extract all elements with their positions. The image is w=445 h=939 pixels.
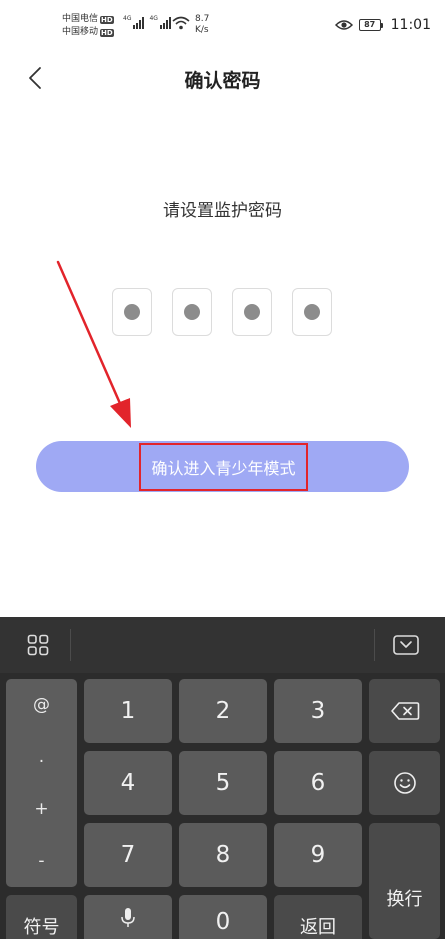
key-dot[interactable]: .	[6, 731, 77, 783]
network-type: 4G	[149, 15, 158, 22]
smiley-icon	[393, 772, 416, 794]
key-minus[interactable]: -	[6, 835, 77, 887]
confirm-button-label: 确认进入青少年模式	[151, 458, 296, 478]
symbols-key[interactable]: 符号	[6, 895, 77, 939]
key-7[interactable]: 7	[84, 823, 172, 887]
status-right: 87 11:01	[334, 17, 431, 33]
grid-icon	[27, 634, 49, 656]
carrier-2: 中国移动	[62, 27, 99, 37]
pin-input[interactable]	[112, 288, 332, 336]
pin-instruction: 请设置监护密码	[163, 201, 282, 221]
hide-keyboard-button[interactable]	[390, 631, 422, 659]
annotation-highlight-box: 确认进入青少年模式	[139, 442, 308, 491]
key-0[interactable]: 0	[179, 895, 267, 939]
battery-level: 87	[358, 19, 381, 31]
emoji-key[interactable]	[369, 751, 440, 815]
key-at[interactable]: @	[6, 679, 77, 731]
return-key[interactable]: 返回	[274, 895, 362, 939]
key-3[interactable]: 3	[274, 679, 362, 743]
confirm-teen-mode-button[interactable]: 确认进入青少年模式	[36, 441, 409, 492]
carrier-1: 中国电信	[62, 14, 99, 24]
key-1[interactable]: 1	[84, 679, 172, 743]
wifi-icon	[172, 16, 190, 30]
toolbar-divider	[374, 629, 375, 661]
key-plus[interactable]: +	[6, 783, 77, 835]
pin-digit-box[interactable]	[112, 288, 152, 336]
backspace-key[interactable]	[369, 679, 440, 743]
speed-value: 8.7	[195, 14, 210, 24]
hd-badge: HD	[100, 28, 114, 37]
carrier-info: 中国电信 HD 中国移动 HD	[62, 13, 114, 39]
toolbar-divider	[70, 629, 71, 661]
header: 确认密码	[0, 55, 445, 101]
symbol-column: @ . + -	[6, 679, 77, 887]
numeric-keyboard: @ . + - 1 2 3 4 5 6 7 8 9 换行 符号 0 返回	[0, 617, 445, 939]
signal-icons: 4G 4G	[123, 15, 171, 29]
hd-badge: HD	[100, 15, 114, 24]
speed-unit: K/s	[195, 25, 209, 35]
key-9[interactable]: 9	[274, 823, 362, 887]
key-4[interactable]: 4	[84, 751, 172, 815]
enter-key[interactable]: 换行	[369, 823, 440, 939]
network-type: 4G	[123, 15, 132, 22]
signal-icon: 4G	[149, 15, 171, 29]
key-6[interactable]: 6	[274, 751, 362, 815]
keyboard-toolbar	[0, 617, 445, 673]
backspace-icon	[390, 702, 419, 720]
signal-icon: 4G	[123, 15, 145, 29]
clock: 11:01	[390, 17, 431, 33]
voice-key[interactable]	[84, 895, 172, 939]
eye-icon	[334, 20, 353, 30]
pin-dot	[184, 304, 200, 320]
status-bar: 中国电信 HD 中国移动 HD 4G 4G 8.7 K/s 87 11:01	[0, 0, 445, 50]
key-8[interactable]: 8	[179, 823, 267, 887]
pin-digit-box[interactable]	[292, 288, 332, 336]
pin-digit-box[interactable]	[172, 288, 212, 336]
battery-icon: 87	[358, 19, 383, 31]
keyboard-menu-button[interactable]	[22, 631, 54, 659]
key-2[interactable]: 2	[179, 679, 267, 743]
pin-dot	[124, 304, 140, 320]
keyboard-hide-icon	[393, 635, 419, 655]
microphone-icon	[121, 908, 135, 927]
pin-dot	[244, 304, 260, 320]
key-5[interactable]: 5	[179, 751, 267, 815]
network-speed: 8.7 K/s	[195, 14, 209, 36]
page-title: 确认密码	[184, 70, 261, 92]
pin-digit-box[interactable]	[232, 288, 272, 336]
pin-dot	[304, 304, 320, 320]
